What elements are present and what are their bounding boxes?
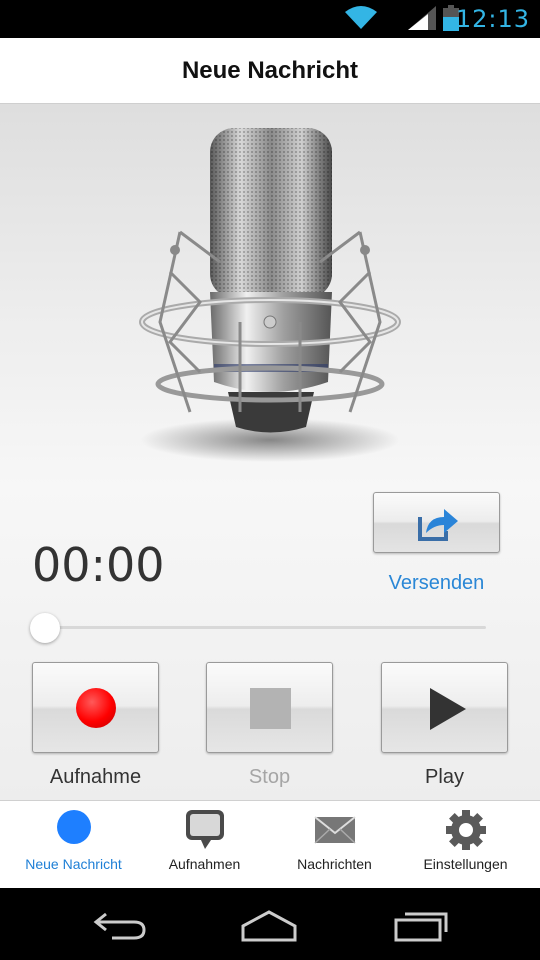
tab-nachrichten[interactable]: Nachrichten xyxy=(267,801,402,889)
send-label[interactable]: Versenden xyxy=(373,572,500,595)
recorder-panel: Versenden 00:00 Aufnahme Stop Play xyxy=(0,104,540,800)
tab-aufnahmen[interactable]: Aufnahmen xyxy=(137,801,272,889)
tab-neue-nachricht[interactable]: Neue Nachricht xyxy=(6,801,141,889)
record-dot-icon xyxy=(56,810,91,844)
signal-icon xyxy=(408,6,436,30)
page-title: Neue Nachricht xyxy=(181,57,359,84)
home-icon[interactable] xyxy=(240,908,298,942)
play-button[interactable] xyxy=(381,662,508,753)
system-nav-bar xyxy=(0,888,540,960)
tab-bar: Neue Nachricht Aufnahmen Nachrichten Ein… xyxy=(0,800,540,888)
play-icon xyxy=(430,688,466,730)
wifi-icon xyxy=(345,6,377,29)
speech-bubble-icon xyxy=(185,810,224,849)
send-button[interactable] xyxy=(373,492,500,553)
tab-einstellungen[interactable]: Einstellungen xyxy=(398,801,533,889)
play-label: Play xyxy=(425,766,464,788)
tab-label: Neue Nachricht xyxy=(25,856,122,872)
stop-icon xyxy=(250,688,291,729)
record-label: Aufnahme xyxy=(49,766,142,788)
record-button[interactable] xyxy=(32,662,159,753)
envelope-icon xyxy=(313,816,356,844)
back-icon[interactable] xyxy=(92,908,148,942)
recent-apps-icon[interactable] xyxy=(393,908,449,942)
gear-icon xyxy=(445,810,486,850)
record-icon xyxy=(76,688,116,728)
playback-slider-thumb[interactable] xyxy=(30,613,60,643)
tab-label: Nachrichten xyxy=(297,856,372,872)
title-bar: Neue Nachricht xyxy=(0,38,540,104)
tab-label: Einstellungen xyxy=(423,856,508,872)
playback-slider-track[interactable] xyxy=(44,626,486,629)
share-icon xyxy=(418,509,458,541)
status-time: 12:13 xyxy=(455,5,530,33)
status-bar: 12:13 xyxy=(0,0,540,38)
recording-timer: 00:00 xyxy=(32,538,165,592)
stop-label: Stop xyxy=(248,766,291,788)
stop-button[interactable] xyxy=(206,662,333,753)
microphone-icon xyxy=(139,128,401,462)
tab-label: Aufnahmen xyxy=(168,856,241,872)
